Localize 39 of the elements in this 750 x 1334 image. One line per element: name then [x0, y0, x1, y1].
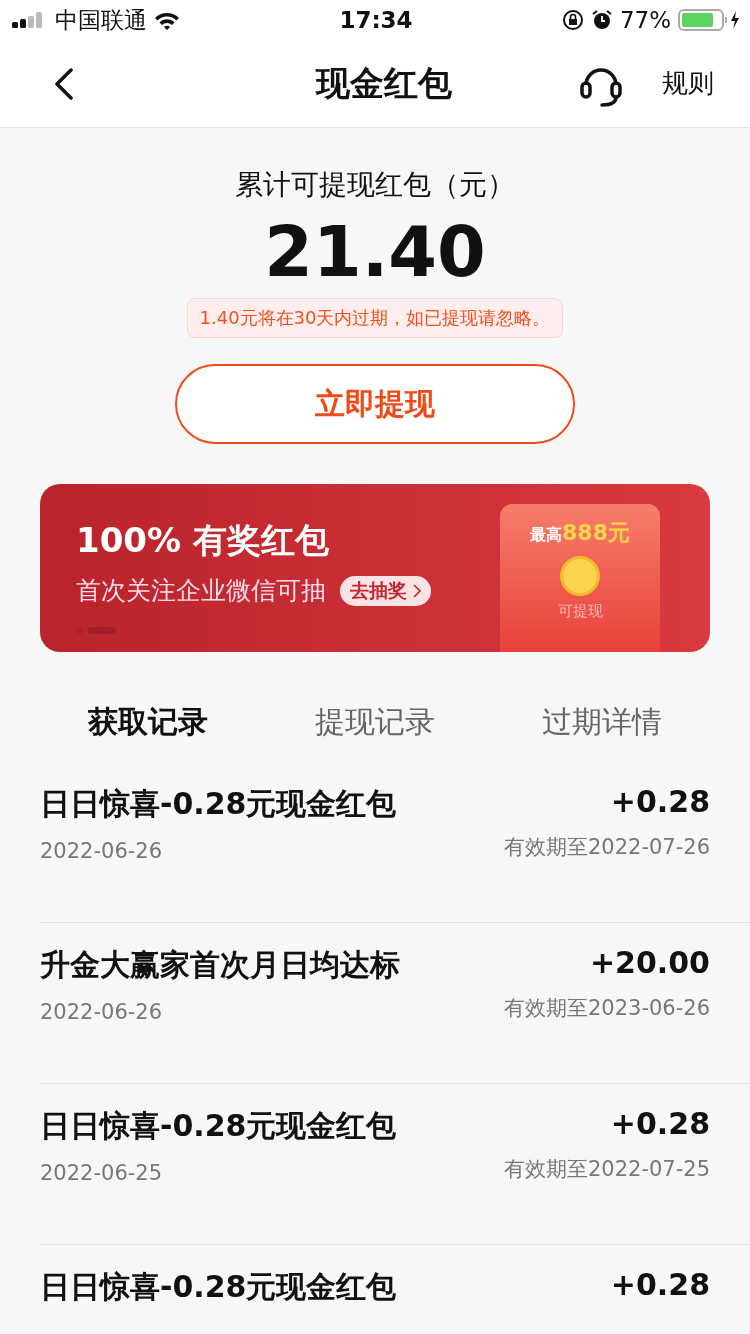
carrier-name: 中国联通	[55, 5, 147, 35]
record-expiry: 有效期至2022-07-25	[503, 1156, 710, 1183]
record-title: 升金大赢家首次月日均达标	[40, 946, 400, 984]
envelope-caption: 可提现	[557, 602, 603, 621]
chevron-right-icon	[413, 583, 421, 598]
banner-subtitle: 首次关注企业微信可抽	[76, 575, 326, 607]
record-tab[interactable]: 提现记录	[315, 693, 435, 751]
battery-charging-icon	[678, 9, 740, 31]
record-title: 日日惊喜-0.28元现金红包	[40, 785, 397, 823]
wifi-icon	[154, 10, 180, 30]
record-date: 2022-06-26	[40, 1000, 164, 1024]
expiry-notice: 1.40元将在30天内过期，如已提现请忽略。	[186, 298, 564, 338]
page-title: 现金红包	[316, 61, 452, 105]
record-tab[interactable]: 过期详情	[542, 693, 662, 751]
clock-time: 17:34	[339, 7, 413, 33]
balance-label: 累计可提现红包（元）	[235, 167, 515, 203]
record-amount: +0.28	[610, 1106, 710, 1141]
alarm-icon	[590, 9, 613, 31]
lottery-button[interactable]: 去抽奖	[340, 575, 431, 606]
record-expiry: 有效期至2022-07-26	[503, 834, 710, 861]
banner-headline: 100% 有奖红包	[76, 519, 330, 562]
balance-amount: 21.40	[264, 210, 486, 294]
envelope-max-amount: 最高888元	[530, 519, 630, 547]
rotation-lock-icon	[561, 9, 584, 31]
coin-icon	[560, 556, 600, 596]
battery-percent: 77%	[619, 7, 671, 33]
withdraw-button[interactable]: 立即提现	[175, 364, 575, 444]
record-amount: +0.28	[610, 1267, 710, 1302]
record-expiry: 有效期至2023-06-26	[503, 995, 710, 1022]
record-title: 日日惊喜-0.28元现金红包	[40, 1268, 397, 1306]
back-icon[interactable]	[54, 67, 74, 100]
promo-banner[interactable]: 100% 有奖红包 首次关注企业微信可抽 去抽奖 最高888元 可提现	[40, 484, 710, 652]
record-date: 2022-06-26	[40, 839, 164, 863]
record-amount: +0.28	[610, 784, 710, 819]
record-date: 2022-06-25	[40, 1161, 164, 1185]
record-tab[interactable]: 获取记录	[88, 693, 208, 751]
record-title: 日日惊喜-0.28元现金红包	[40, 1107, 397, 1145]
rules-link[interactable]: 规则	[662, 66, 714, 101]
record-amount: +20.00	[589, 945, 710, 980]
